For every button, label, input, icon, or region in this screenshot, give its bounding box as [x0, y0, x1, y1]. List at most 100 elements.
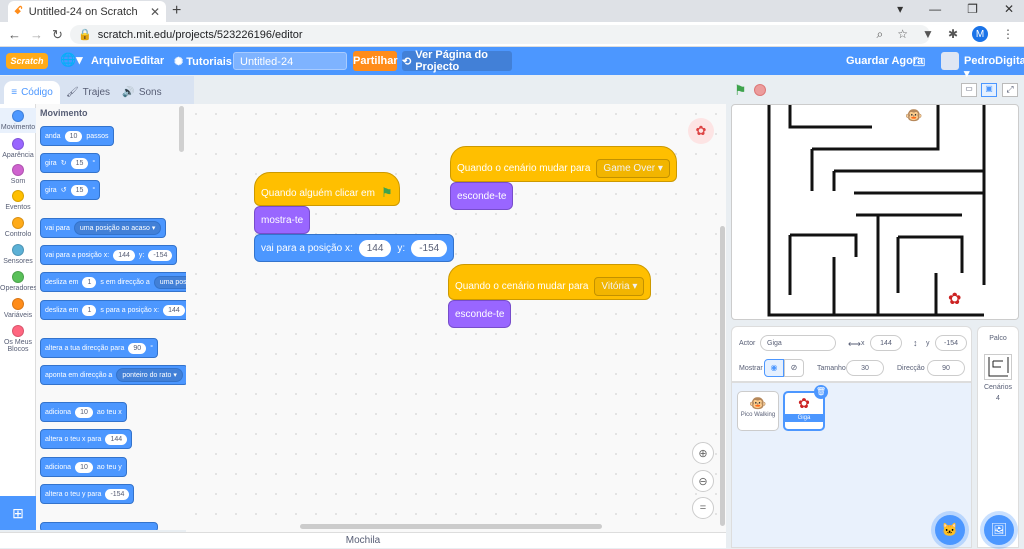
category-events[interactable]: Eventos — [0, 190, 36, 211]
block-input[interactable]: 1 — [82, 276, 97, 288]
scratch-logo[interactable]: Scratch — [6, 53, 48, 69]
block-point-towards[interactable]: aponta em direcção a ponteiro do rato ▾ — [40, 365, 186, 385]
tab-sounds[interactable]: 🔊 Sons — [117, 81, 167, 104]
add-extension-button[interactable]: ⊞ — [0, 496, 36, 530]
block-change-y[interactable]: adiciona 10 ao teu y — [40, 457, 127, 477]
block-turn-right[interactable]: gira ↻ 15 ° — [40, 153, 101, 173]
save-now-button[interactable]: Guardar Agora — [846, 55, 923, 67]
category-looks[interactable]: Aparência — [0, 138, 36, 159]
minimize-icon[interactable]: — — [929, 2, 941, 16]
category-operators[interactable]: Operadores — [0, 271, 37, 292]
delete-sprite-icon[interactable]: 🗑 — [814, 385, 828, 399]
block-input[interactable]: 10 — [64, 130, 83, 142]
block-change-x[interactable]: adiciona 10 ao teu x — [40, 402, 127, 422]
block-set-x[interactable]: altera o teu x para 144 — [40, 429, 133, 449]
block-move-steps[interactable]: anda 10 passos — [40, 126, 114, 146]
back-icon[interactable]: ← — [8, 27, 21, 42]
tab-code[interactable]: ≡ Código — [4, 81, 60, 104]
block-input[interactable]: 144 — [358, 239, 392, 257]
zoom-in-button[interactable]: ⊕ — [692, 442, 714, 464]
profile-avatar[interactable]: M — [972, 26, 988, 42]
block-input[interactable]: 15 — [70, 157, 89, 169]
close-window-icon[interactable]: ✕ — [1004, 2, 1014, 16]
block-goto-xy[interactable]: vai para a posição x: 144 y: -154 — [40, 245, 178, 265]
category-motion[interactable]: Movimento — [0, 108, 36, 133]
zoom-icon[interactable]: ⌕ — [877, 27, 884, 42]
tab-search-icon[interactable]: ▾ — [897, 2, 903, 16]
block-input[interactable]: 15 — [70, 184, 89, 196]
block-dropdown[interactable]: Game Over ▾ — [596, 158, 670, 178]
new-tab-icon[interactable]: + — [172, 2, 181, 20]
stage-panel[interactable]: Palco Cenários 4 🖼 — [977, 326, 1019, 548]
pico-sprite-icon[interactable]: 🐵 — [905, 107, 922, 124]
block-input[interactable]: -154 — [411, 239, 448, 257]
add-backdrop-button[interactable]: 🖼 — [984, 515, 1014, 545]
stop-button[interactable] — [754, 84, 766, 96]
backdrop-switch-hat-block[interactable]: Quando o cenário mudar para Game Over ▾ — [450, 146, 677, 182]
share-button[interactable]: Partilhar — [353, 51, 398, 71]
block-dropdown[interactable]: uma posição ao acaso ▾ — [73, 221, 162, 235]
show-block[interactable]: mostra-te — [254, 206, 311, 234]
block-goto[interactable]: vai para uma posição ao acaso ▾ — [40, 218, 167, 238]
block-turn-left[interactable]: gira ↺ 15 ° — [40, 180, 101, 200]
block-input[interactable]: 144 — [113, 249, 135, 261]
category-my-blocks[interactable]: Os Meus Blocos — [0, 325, 36, 353]
see-project-page-button[interactable]: ⟲ Ver Página do Projecto — [402, 49, 512, 73]
block-point-direction[interactable]: altera a tua direcção para 90 ° — [40, 338, 158, 358]
block-input[interactable]: 90 — [128, 342, 147, 354]
user-avatar[interactable] — [941, 52, 959, 70]
stage-canvas[interactable]: 🐵 ✿ — [731, 104, 1019, 320]
block-glide-xy[interactable]: desliza em1s para a posição x:144y: — [40, 300, 186, 320]
block-partial[interactable] — [40, 522, 158, 530]
x-input[interactable]: 144 — [870, 335, 902, 351]
extension-icon[interactable]: ▼ — [922, 27, 934, 41]
block-dropdown[interactable]: uma posição — [153, 275, 186, 289]
close-tab-icon[interactable]: ✕ — [150, 5, 160, 19]
workspace-vertical-scrollbar[interactable] — [720, 226, 725, 526]
forward-icon[interactable]: → — [30, 27, 43, 42]
block-input[interactable]: 10 — [75, 406, 93, 418]
backpack-bar[interactable]: Mochila — [0, 532, 726, 548]
block-set-y[interactable]: altera o teu y para -154 — [40, 484, 135, 504]
direction-input[interactable]: 90 — [927, 360, 965, 376]
puzzle-icon[interactable]: ✱ — [948, 27, 958, 41]
bookmark-star-icon[interactable]: ☆ — [897, 27, 908, 41]
block-input[interactable]: -154 — [105, 488, 130, 500]
url-field[interactable]: 🔒 scratch.mit.edu/projects/523226196/edi… — [70, 25, 930, 44]
size-input[interactable]: 30 — [846, 360, 884, 376]
backdrop-switch-hat-block[interactable]: Quando o cenário mudar para Vitória ▾ — [448, 264, 652, 300]
sprite-name-input[interactable]: Giga — [760, 335, 836, 351]
flag-clicked-hat-block[interactable]: Quando alguém clicar em ⚑ — [254, 172, 400, 206]
my-stuff-folder-icon[interactable]: 🗀 — [913, 53, 925, 74]
block-input[interactable]: 144 — [105, 433, 128, 445]
add-sprite-button[interactable]: 🐱 — [935, 515, 965, 545]
fullscreen-icon[interactable]: ⤢ — [1002, 83, 1018, 97]
maximize-icon[interactable]: ❐ — [967, 2, 978, 16]
block-input[interactable]: 144 — [163, 304, 185, 316]
hide-block[interactable]: esconde-te — [450, 182, 514, 210]
reload-icon[interactable]: ↻ — [52, 27, 63, 43]
menu-tutorials[interactable]: ✺ Tutoriais — [174, 55, 232, 68]
category-sensing[interactable]: Sensores — [0, 244, 36, 265]
browser-menu-icon[interactable]: ⋮ — [1002, 27, 1014, 41]
block-input[interactable]: -154 — [148, 249, 173, 261]
stage-backdrop-thumb[interactable] — [984, 354, 1012, 380]
zoom-reset-button[interactable]: = — [692, 497, 714, 519]
block-dropdown[interactable]: Vitória ▾ — [594, 276, 645, 296]
hide-block[interactable]: esconde-te — [448, 300, 512, 328]
menu-edit[interactable]: Editar — [133, 55, 164, 67]
block-dropdown[interactable]: ponteiro do rato ▾ — [116, 368, 183, 382]
palette-scrollbar[interactable] — [179, 106, 184, 152]
category-sound[interactable]: Som — [0, 164, 36, 185]
category-variables[interactable]: Variáveis — [0, 298, 36, 319]
goto-xy-block[interactable]: vai para a posição x: 144 y: -154 — [254, 234, 455, 262]
block-input[interactable]: 1 — [82, 304, 97, 316]
workspace-horizontal-scrollbar[interactable] — [300, 524, 602, 529]
giga-sprite-icon[interactable]: ✿ — [948, 289, 961, 309]
large-stage-icon[interactable]: ▣ — [981, 83, 997, 97]
hide-eye-icon[interactable]: ⊘ — [784, 359, 804, 377]
project-title-input[interactable]: Untitled-24 — [233, 52, 347, 70]
small-stage-icon[interactable]: ▭ — [961, 83, 977, 97]
category-control[interactable]: Controlo — [0, 217, 36, 238]
sprite-thumb-pico[interactable]: 🐵 Pico Walking — [737, 391, 779, 431]
